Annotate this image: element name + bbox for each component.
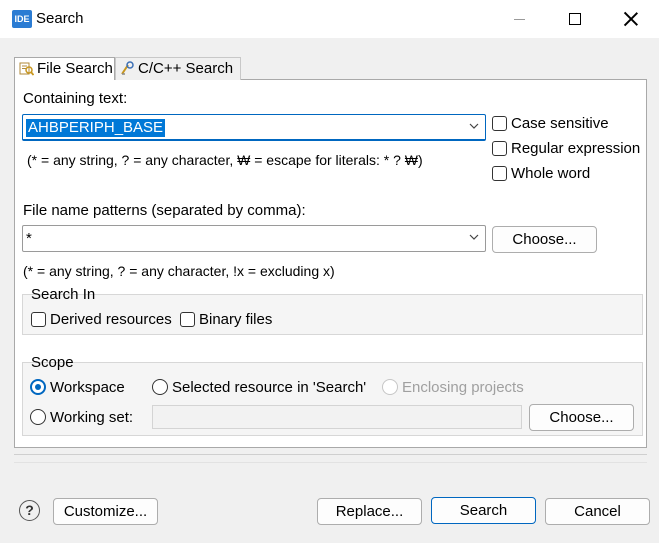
working-set-label: Working set: [50, 409, 134, 426]
chevron-down-icon[interactable] [469, 232, 479, 242]
binary-files-checkbox[interactable] [180, 312, 195, 327]
close-button[interactable] [603, 0, 659, 38]
tab-file-search-label: File Search [37, 60, 113, 77]
whole-word-checkbox[interactable] [492, 166, 507, 181]
working-set-field [152, 405, 522, 429]
tab-cpp-search-label: C/C++ Search [138, 60, 234, 77]
file-patterns-combo[interactable]: * [22, 225, 486, 252]
binary-files-label: Binary files [199, 311, 273, 328]
containing-text-hint: (* = any string, ? = any character, ₩ = … [27, 152, 423, 168]
replace-button[interactable]: Replace... [317, 498, 422, 525]
search-in-title: Search In [31, 286, 96, 303]
file-patterns-choose-button[interactable]: Choose... [492, 226, 597, 253]
derived-resources-checkbox[interactable] [31, 312, 46, 327]
separator [14, 454, 647, 455]
minimize-button[interactable] [491, 0, 547, 38]
file-search-icon [19, 62, 34, 76]
regular-expression-label: Regular expression [511, 140, 641, 157]
working-set-radio[interactable] [30, 409, 46, 425]
scope-title: Scope [31, 354, 74, 371]
file-patterns-value: * [26, 230, 32, 247]
selected-resource-radio[interactable] [152, 379, 168, 395]
search-button[interactable]: Search [431, 497, 536, 524]
tab-cpp-search[interactable]: C/C++ Search [115, 57, 241, 80]
cancel-button[interactable]: Cancel [545, 498, 650, 525]
workspace-radio[interactable] [30, 379, 46, 395]
separator [14, 462, 647, 463]
file-patterns-hint: (* = any string, ? = any character, !x =… [23, 263, 335, 279]
selected-resource-label: Selected resource in 'Search' [172, 379, 367, 396]
regular-expression-checkbox[interactable] [492, 141, 507, 156]
file-patterns-label: File name patterns (separated by comma): [23, 202, 306, 219]
tab-file-search[interactable]: File Search [14, 57, 115, 80]
chevron-down-icon[interactable] [469, 121, 479, 131]
workspace-label: Workspace [50, 379, 125, 396]
help-icon[interactable]: ? [19, 500, 40, 521]
derived-resources-label: Derived resources [50, 311, 172, 328]
whole-word-label: Whole word [511, 165, 591, 182]
case-sensitive-label: Case sensitive [511, 115, 609, 132]
app-icon: IDE [12, 10, 32, 28]
containing-text-combo[interactable]: AHBPERIPH_BASE [22, 114, 486, 141]
window-title: Search [36, 10, 84, 27]
maximize-icon [569, 13, 581, 25]
containing-text-value: AHBPERIPH_BASE [26, 119, 166, 137]
working-set-choose-button[interactable]: Choose... [529, 404, 634, 431]
enclosing-projects-radio [382, 379, 398, 395]
cpp-search-icon [121, 61, 134, 75]
maximize-button[interactable] [547, 0, 603, 38]
customize-button[interactable]: Customize... [53, 498, 158, 525]
case-sensitive-checkbox[interactable] [492, 116, 507, 131]
minimize-icon [513, 18, 525, 20]
containing-text-label: Containing text: [23, 90, 128, 107]
close-icon [624, 12, 638, 26]
enclosing-projects-label: Enclosing projects [402, 379, 524, 396]
